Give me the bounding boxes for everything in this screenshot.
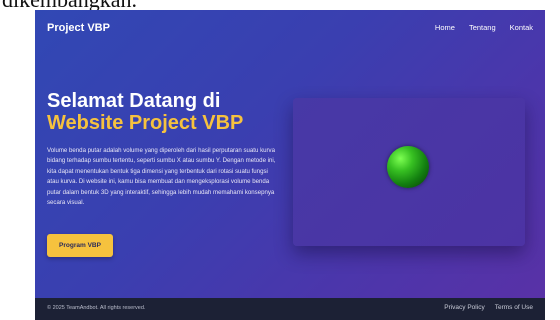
footer-links: Privacy Policy Terms of Use	[444, 304, 533, 311]
rotating-sphere-3d-model	[387, 146, 429, 188]
navbar: Project VBP Home Tentang Kontak	[35, 10, 545, 48]
program-vbp-button[interactable]: Program VBP	[47, 234, 113, 257]
nav-link-kontak[interactable]: Kontak	[510, 23, 533, 32]
privacy-policy-link[interactable]: Privacy Policy	[444, 304, 484, 311]
clipped-heading-strip: dikembangkan.	[0, 0, 560, 10]
hero-title: Selamat Datang di Website Project VBP	[47, 90, 243, 134]
terms-of-use-link[interactable]: Terms of Use	[495, 304, 533, 311]
browser-viewport: Project VBP Home Tentang Kontak Selamat …	[35, 10, 545, 320]
footer: © 2025 TeamAndbot. All rights reserved. …	[35, 298, 545, 320]
clipped-heading-text: dikembangkan.	[2, 0, 137, 10]
hero-title-line1: Selamat Datang di	[47, 90, 221, 112]
3d-visualization-panel[interactable]	[293, 98, 525, 246]
hero-title-line2: Website Project VBP	[47, 112, 244, 134]
hero-description: Volume benda putar adalah volume yang di…	[47, 147, 276, 207]
brand-logo-text[interactable]: Project VBP	[47, 22, 110, 34]
nav-link-tentang[interactable]: Tentang	[469, 23, 496, 32]
nav-link-home[interactable]: Home	[435, 23, 455, 32]
footer-copyright: © 2025 TeamAndbot. All rights reserved.	[47, 305, 146, 311]
nav-links: Home Tentang Kontak	[435, 23, 533, 32]
